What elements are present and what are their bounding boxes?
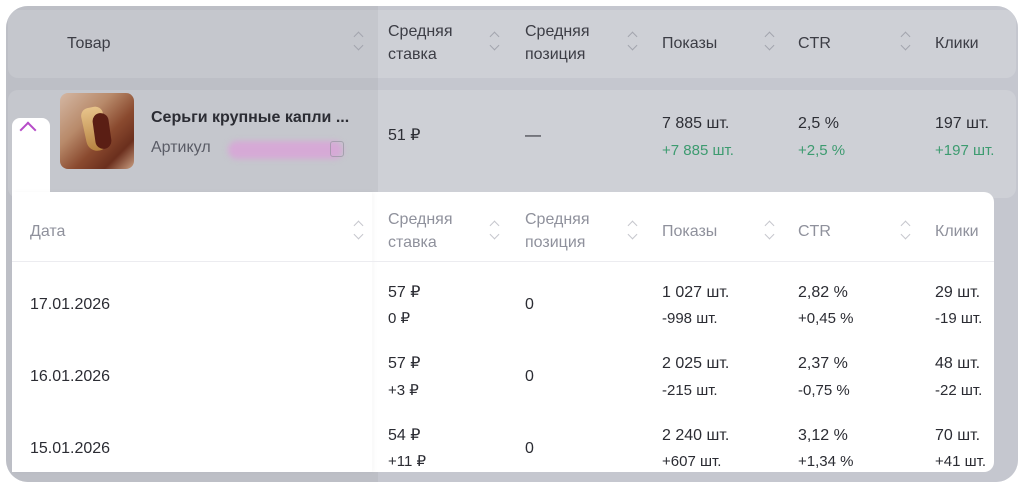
row-clicks-delta: +41 шт.	[935, 453, 987, 470]
row-position: 0	[525, 440, 534, 457]
row-date: 15.01.2026	[30, 440, 111, 457]
sort-icon[interactable]	[765, 219, 775, 241]
row-impressions: 1 027 шт.	[662, 284, 730, 301]
sort-icon[interactable]	[354, 30, 364, 52]
daily-details-panel: Дата Средняя ставка Средняя позиция Пока…	[12, 192, 994, 472]
row-impressions: 2 240 шт.	[662, 427, 730, 444]
row-impressions-delta: -215 шт.	[662, 382, 718, 399]
row-position: 0	[525, 368, 534, 385]
col-header-avg-bid[interactable]: Средняя ставка	[388, 20, 478, 66]
date-column-sticky	[12, 192, 372, 472]
product-clicks-delta: +197 шт.	[935, 142, 995, 159]
row-bid: 57 ₽	[388, 284, 421, 301]
detail-col-header-impressions[interactable]: Показы	[662, 220, 717, 243]
row-date: 17.01.2026	[30, 296, 111, 313]
row-ctr-delta: +0,45 %	[798, 310, 854, 327]
app-root: Товар Средняя ставка Средняя позиция Пок…	[0, 0, 1024, 488]
row-ctr-delta: -0,75 %	[798, 382, 850, 399]
row-impressions: 2 025 шт.	[662, 355, 730, 372]
col-header-product[interactable]: Товар	[67, 32, 111, 55]
detail-col-header-avg-position[interactable]: Средняя позиция	[525, 208, 615, 254]
product-avg-position: —	[525, 127, 541, 144]
row-ctr-delta: +1,34 %	[798, 453, 854, 470]
product-clicks: 197 шт.	[935, 115, 989, 132]
sort-icon[interactable]	[628, 219, 638, 241]
sort-icon[interactable]	[765, 30, 775, 52]
row-clicks: 70 шт.	[935, 427, 981, 444]
row-position: 0	[525, 296, 534, 313]
row-clicks: 29 шт.	[935, 284, 981, 301]
product-article-label: Артикул	[151, 139, 211, 156]
row-date: 16.01.2026	[30, 368, 111, 385]
sort-icon[interactable]	[354, 219, 364, 241]
row-clicks: 48 шт.	[935, 355, 981, 372]
row-bid-delta: +3 ₽	[388, 382, 419, 399]
detail-col-header-avg-bid[interactable]: Средняя ставка	[388, 208, 478, 254]
row-impressions-delta: +607 шт.	[662, 453, 722, 470]
row-bid-delta: 0 ₽	[388, 310, 411, 327]
product-image[interactable]	[60, 93, 134, 169]
row-ctr: 2,82 %	[798, 284, 848, 301]
detail-col-header-date[interactable]: Дата	[30, 220, 65, 243]
row-ctr: 3,12 %	[798, 427, 848, 444]
product-title[interactable]: Серьги крупные капли ...	[151, 109, 349, 127]
sort-icon[interactable]	[901, 30, 911, 52]
product-ctr: 2,5 %	[798, 115, 839, 132]
sort-icon[interactable]	[901, 219, 911, 241]
col-header-avg-position[interactable]: Средняя позиция	[525, 20, 615, 66]
header-divider	[12, 261, 994, 262]
row-clicks-delta: -22 шт.	[935, 382, 983, 399]
sort-icon[interactable]	[628, 30, 638, 52]
col-header-impressions[interactable]: Показы	[662, 32, 717, 55]
row-bid: 57 ₽	[388, 355, 421, 372]
product-avg-bid: 51 ₽	[388, 127, 421, 144]
detail-col-header-ctr[interactable]: CTR	[798, 220, 831, 243]
product-ctr-delta: +2,5 %	[798, 142, 846, 159]
copy-icon[interactable]	[330, 141, 344, 157]
row-bid: 54 ₽	[388, 427, 421, 444]
col-header-clicks[interactable]: Клики	[935, 32, 979, 55]
article-number-redacted	[228, 141, 343, 159]
sort-icon[interactable]	[490, 219, 500, 241]
product-impressions: 7 885 шт.	[662, 115, 730, 132]
row-impressions-delta: -998 шт.	[662, 310, 718, 327]
row-clicks-delta: -19 шт.	[935, 310, 983, 327]
detail-col-header-clicks[interactable]: Клики	[935, 220, 979, 243]
product-impressions-delta: +7 885 шт.	[662, 142, 734, 159]
col-header-ctr[interactable]: CTR	[798, 32, 831, 55]
row-ctr: 2,37 %	[798, 355, 848, 372]
sort-icon[interactable]	[490, 30, 500, 52]
row-bid-delta: +11 ₽	[388, 453, 427, 470]
